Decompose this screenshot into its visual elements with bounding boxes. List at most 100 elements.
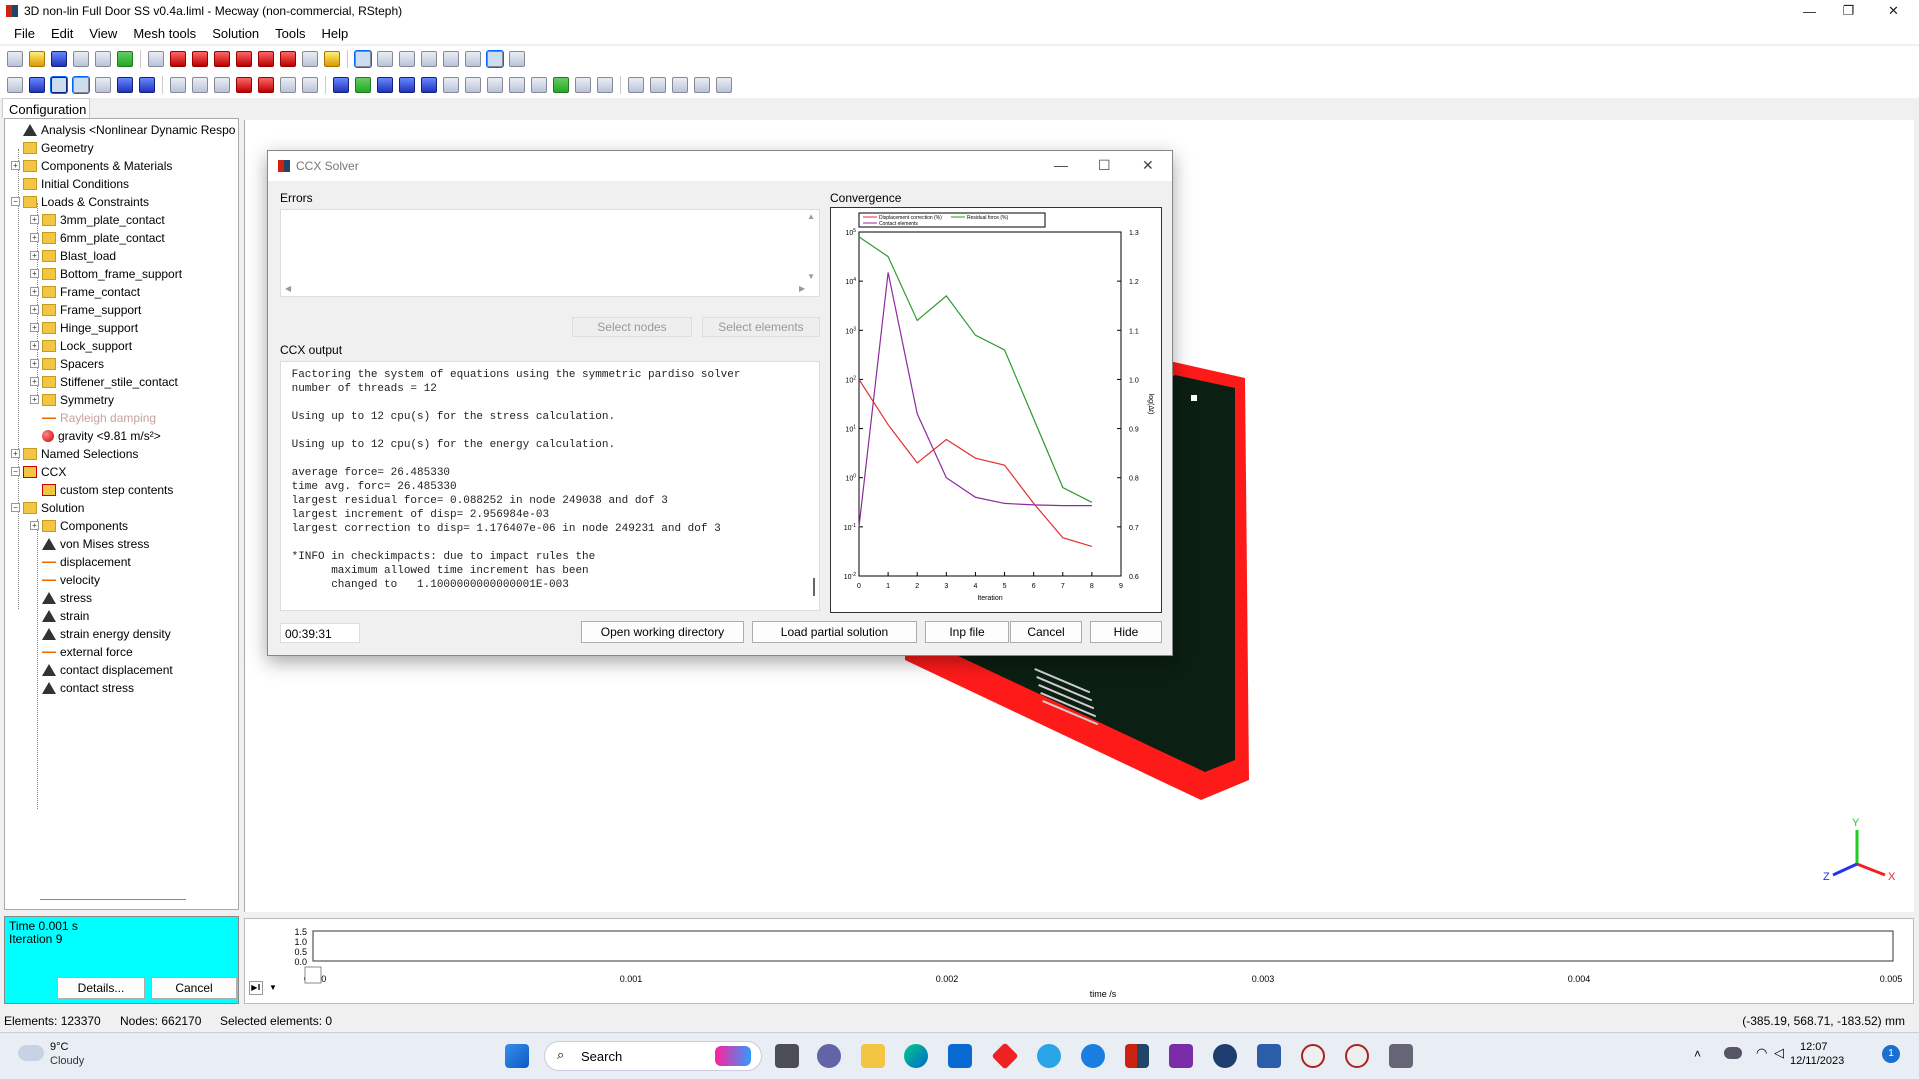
output-scroll-thumb[interactable] (813, 578, 815, 596)
tree-item[interactable]: velocity (30, 571, 100, 588)
view-back-icon[interactable] (192, 51, 208, 67)
transform-icon[interactable] (117, 77, 133, 93)
tree-item[interactable]: + Hinge_support (30, 319, 138, 336)
shaded-icon[interactable] (421, 51, 437, 67)
scroll-down-icon[interactable]: ▼ (807, 272, 815, 281)
load-partial-solution-button[interactable]: Load partial solution (752, 621, 917, 643)
grid-icon[interactable] (716, 77, 732, 93)
view-left-icon[interactable] (214, 51, 230, 67)
tree-item[interactable]: + Components & Materials (11, 157, 172, 174)
maximize-icon[interactable]: ❐ (1826, 0, 1871, 22)
tree-item[interactable]: strain (30, 607, 89, 624)
close-icon[interactable]: ✕ (1142, 157, 1154, 174)
hide-elements-icon[interactable] (236, 77, 252, 93)
fillet-icon[interactable] (443, 77, 459, 93)
errors-box[interactable]: ▲ ▼ ◀ ▶ (280, 209, 820, 297)
minimize-icon[interactable]: — (1054, 157, 1068, 173)
store-icon[interactable] (948, 1044, 972, 1068)
chevron-down-icon[interactable]: ▼ (267, 981, 279, 995)
extrude-icon[interactable] (333, 77, 349, 93)
time-history-plot[interactable]: 1.5 1.0 0.5 0.0 0.000 0.001 0.002 0.003 … (244, 918, 1914, 1004)
tree-item[interactable]: displacement (30, 553, 131, 570)
tree-item[interactable]: external force (30, 643, 133, 660)
expand-icon[interactable]: + (30, 233, 39, 242)
select-elements-button[interactable]: Select elements (702, 317, 820, 337)
settings-gear-icon[interactable] (1389, 1044, 1413, 1068)
delete-icon[interactable] (214, 77, 230, 93)
new-file-icon[interactable] (7, 51, 23, 67)
select-nodes-button[interactable]: Select nodes (572, 317, 692, 337)
align-icon[interactable] (302, 77, 318, 93)
tree-item[interactable]: + Components (30, 517, 128, 534)
tree-scrollbar[interactable] (40, 899, 186, 900)
onedrive-icon[interactable] (1724, 1047, 1742, 1059)
transparent-icon[interactable] (443, 51, 459, 67)
tree-item[interactable]: + Frame_support (30, 301, 141, 318)
tree-item[interactable]: Initial Conditions (11, 175, 129, 192)
expand-icon[interactable]: + (30, 305, 39, 314)
expand-icon[interactable]: + (30, 521, 39, 530)
edge-icon[interactable] (904, 1044, 928, 1068)
gauge-app-icon-2[interactable] (1345, 1044, 1369, 1068)
volume-icon[interactable]: ◁ (1774, 1045, 1784, 1061)
tree-item[interactable]: + Symmetry (30, 391, 114, 408)
chart-app-icon[interactable] (1257, 1044, 1281, 1068)
anydesk-icon[interactable] (991, 1042, 1019, 1070)
gauge-app-icon[interactable] (1301, 1044, 1325, 1068)
triangle-mesh-icon[interactable] (575, 77, 591, 93)
view-right-icon[interactable] (236, 51, 252, 67)
tree-item[interactable]: stress (30, 589, 92, 606)
move-icon[interactable] (139, 77, 155, 93)
menu-tools[interactable]: Tools (267, 26, 313, 41)
expand-icon[interactable]: + (30, 215, 39, 224)
hide-button[interactable]: Hide (1090, 621, 1162, 643)
revolve-icon[interactable] (355, 77, 371, 93)
system-time[interactable]: 12:07 (1800, 1041, 1828, 1053)
tree-item[interactable]: +6mm_plate_contact (30, 229, 165, 246)
select-face-icon[interactable] (50, 76, 68, 94)
menu-mesh-tools[interactable]: Mesh tools (125, 26, 204, 41)
tree-item[interactable]: + Named Selections (11, 445, 138, 462)
notification-badge[interactable]: 1 (1882, 1045, 1900, 1063)
tree-item[interactable]: von Mises stress (30, 535, 149, 552)
shell-icon[interactable] (650, 77, 666, 93)
tree-item[interactable]: + Frame_contact (30, 283, 140, 300)
windows-start-icon[interactable] (505, 1044, 529, 1068)
sweep-icon[interactable] (399, 77, 415, 93)
help-icon[interactable] (1037, 1044, 1061, 1068)
details-button[interactable]: Details... (57, 977, 145, 999)
wifi-icon[interactable]: ◠ (1756, 1045, 1767, 1061)
taskbar-search[interactable]: ⌕ Search (544, 1041, 762, 1071)
tree-item[interactable]: + Spacers (30, 355, 104, 372)
zoom-fit-icon[interactable] (302, 51, 318, 67)
collapse-icon[interactable]: − (11, 467, 20, 476)
teams-icon[interactable] (817, 1044, 841, 1068)
maximize-icon[interactable]: ☐ (1098, 157, 1111, 174)
view-iso-icon[interactable] (148, 51, 164, 67)
open-folder-icon[interactable] (29, 51, 45, 67)
expand-icon[interactable]: + (11, 161, 20, 170)
curve-icon[interactable] (487, 77, 503, 93)
legend-bar-icon[interactable] (509, 51, 525, 67)
scroll-right-icon[interactable]: ▶ (799, 284, 805, 293)
scroll-up-icon[interactable]: ▲ (807, 212, 815, 221)
dialog-cancel-button[interactable]: Cancel (1010, 621, 1082, 643)
onenote-icon[interactable] (1169, 1044, 1193, 1068)
solve-icon[interactable] (117, 51, 133, 67)
tree-item[interactable]: − CCX (11, 463, 66, 480)
arc-icon[interactable] (465, 77, 481, 93)
select-box-icon[interactable] (72, 76, 90, 94)
tree-item[interactable]: − Solution (11, 499, 84, 516)
tree-item[interactable]: + Lock_support (30, 337, 132, 354)
loft-icon[interactable] (421, 77, 437, 93)
tree-item[interactable]: contact stress (30, 679, 134, 696)
tree-item[interactable]: strain energy density (30, 625, 171, 642)
menu-solution[interactable]: Solution (204, 26, 267, 41)
mesh-display-icon[interactable] (486, 50, 504, 68)
menu-view[interactable]: View (81, 26, 125, 41)
time-slider-handle[interactable] (304, 966, 322, 984)
tree-item[interactable]: gravity <9.81 m/s²> (30, 427, 161, 444)
zoom-window-icon[interactable] (324, 51, 340, 67)
weather-temp[interactable]: 9°C (50, 1041, 68, 1053)
undo-icon[interactable] (73, 51, 89, 67)
